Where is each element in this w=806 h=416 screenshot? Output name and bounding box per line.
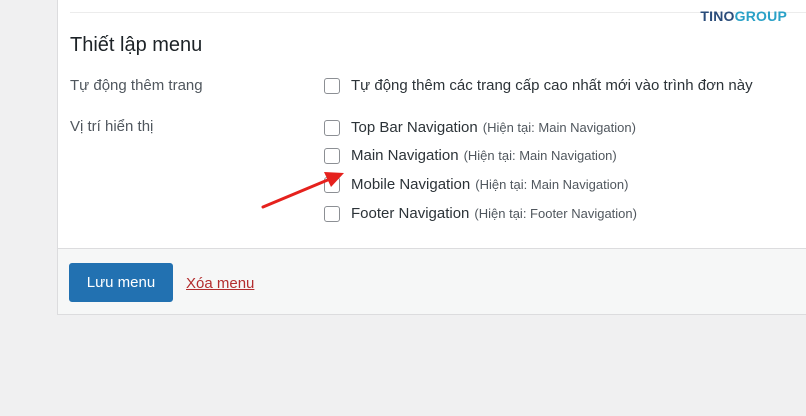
auto-add-checkbox[interactable] — [324, 77, 340, 94]
location-option-footer[interactable]: Footer Navigation (Hiện tại: Footer Navi… — [324, 205, 637, 222]
location-option-mobile[interactable]: Mobile Navigation (Hiện tại: Main Naviga… — [324, 176, 628, 193]
auto-add-option[interactable]: Tự động thêm các trang cấp cao nhất mới … — [324, 77, 753, 94]
delete-menu-link[interactable]: Xóa menu — [186, 275, 254, 292]
auto-add-option-label: Tự động thêm các trang cấp cao nhất mới … — [351, 77, 753, 94]
menu-settings-panel: TINOGROUP Thiết lập menu Tự động thêm tr… — [57, 0, 806, 315]
location-label-top-bar: Top Bar Navigation — [351, 119, 478, 136]
watermark-part-1: TINO — [700, 8, 735, 24]
location-option-main[interactable]: Main Navigation (Hiện tại: Main Navigati… — [324, 147, 617, 164]
section-title: Thiết lập menu — [70, 34, 203, 56]
annotation-arrow-icon — [261, 172, 344, 209]
auto-add-label: Tự động thêm trang — [70, 77, 203, 94]
location-hint-footer: (Hiện tại: Footer Navigation) — [474, 206, 637, 221]
divider — [70, 12, 806, 13]
watermark-part-2: GROUP — [734, 8, 787, 24]
menu-actions-footer: Lưu menu Xóa menu — [58, 248, 806, 314]
location-label-footer: Footer Navigation — [351, 205, 470, 222]
location-checkbox-main[interactable] — [324, 147, 340, 164]
location-label-mobile: Mobile Navigation — [351, 176, 471, 193]
location-checkbox-top-bar[interactable] — [324, 119, 340, 136]
display-location-label: Vị trí hiển thị — [70, 118, 154, 135]
location-hint-main: (Hiện tại: Main Navigation) — [463, 148, 617, 163]
brand-watermark: TINOGROUP — [700, 8, 787, 24]
location-option-top-bar[interactable]: Top Bar Navigation (Hiện tại: Main Navig… — [324, 119, 636, 136]
location-label-main: Main Navigation — [351, 147, 459, 164]
save-menu-button[interactable]: Lưu menu — [69, 263, 173, 302]
location-hint-top-bar: (Hiện tại: Main Navigation) — [482, 120, 636, 135]
location-hint-mobile: (Hiện tại: Main Navigation) — [475, 177, 629, 192]
